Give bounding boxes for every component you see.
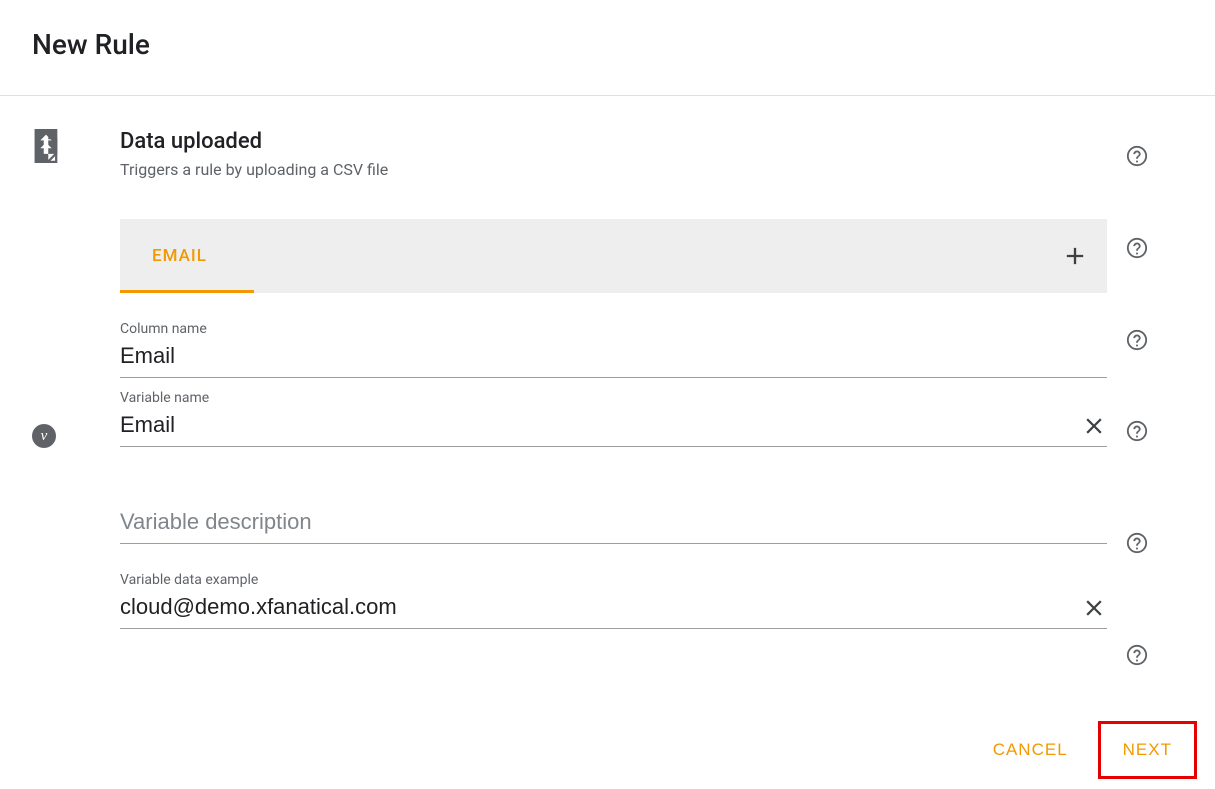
field-variable-name: Variable name bbox=[120, 390, 1107, 447]
field-variable-example: Variable data example bbox=[120, 572, 1107, 629]
field-variable-description bbox=[120, 503, 1107, 544]
variable-example-input[interactable] bbox=[120, 588, 1107, 629]
variable-example-label: Variable data example bbox=[120, 572, 1107, 588]
trigger-section: Data uploaded Triggers a rule by uploadi… bbox=[0, 97, 1215, 378]
field-column-name: Column name bbox=[120, 321, 1107, 378]
file-upload-icon bbox=[32, 129, 120, 163]
next-button[interactable]: NEXT bbox=[1103, 730, 1192, 770]
next-button-highlight: NEXT bbox=[1098, 721, 1197, 779]
dialog-title: New Rule bbox=[32, 28, 1183, 61]
help-icon[interactable] bbox=[1126, 237, 1148, 259]
cancel-button[interactable]: CANCEL bbox=[973, 730, 1088, 770]
variable-icon: v bbox=[32, 424, 56, 448]
clear-icon[interactable] bbox=[1081, 413, 1107, 439]
column-name-label: Column name bbox=[120, 321, 1107, 337]
trigger-subtitle: Triggers a rule by uploading a CSV file bbox=[120, 160, 1107, 179]
trigger-title: Data uploaded bbox=[120, 129, 1107, 154]
variable-description-input[interactable] bbox=[120, 503, 1107, 544]
scroll-region[interactable]: Data uploaded Triggers a rule by uploadi… bbox=[0, 97, 1215, 711]
tab-email[interactable]: EMAIL bbox=[120, 219, 239, 293]
variable-name-input[interactable] bbox=[120, 406, 1107, 447]
help-icon[interactable] bbox=[1126, 420, 1148, 442]
variable-section: v Variable name Variable data example bbox=[0, 378, 1215, 666]
clear-icon[interactable] bbox=[1081, 595, 1107, 621]
add-tab-button[interactable] bbox=[1061, 242, 1089, 270]
help-icon[interactable] bbox=[1126, 145, 1148, 167]
tabs-bar: EMAIL bbox=[120, 219, 1107, 293]
tab-indicator bbox=[120, 290, 254, 293]
dialog-header: New Rule bbox=[0, 0, 1215, 96]
help-icon[interactable] bbox=[1126, 644, 1148, 666]
column-name-input[interactable] bbox=[120, 337, 1107, 378]
help-icon[interactable] bbox=[1126, 532, 1148, 554]
variable-name-label: Variable name bbox=[120, 390, 1107, 406]
dialog-footer: CANCEL NEXT bbox=[0, 711, 1215, 789]
help-icon[interactable] bbox=[1126, 329, 1148, 351]
